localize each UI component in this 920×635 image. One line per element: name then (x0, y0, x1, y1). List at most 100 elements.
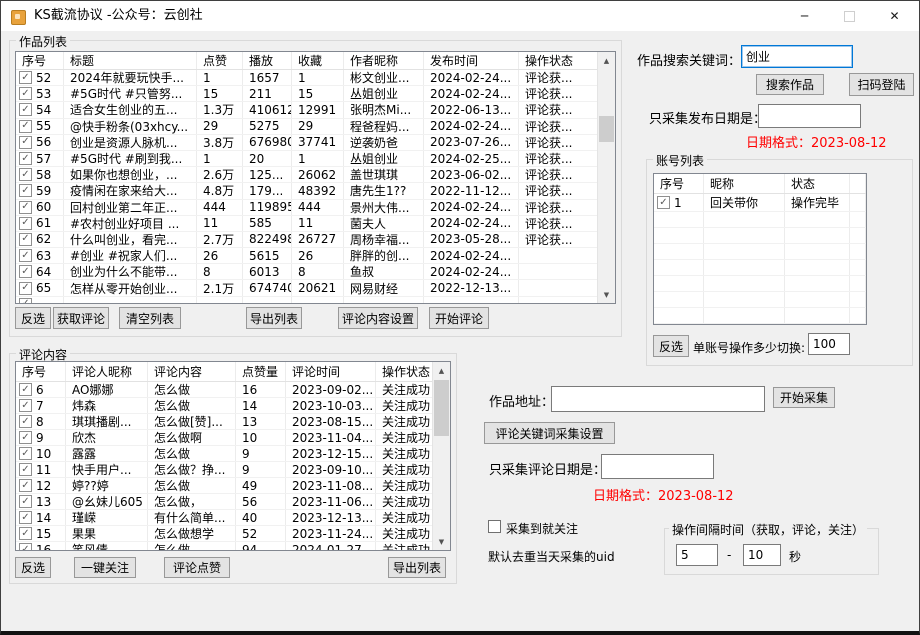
row-checkbox[interactable]: ✓ (19, 168, 32, 182)
table-row[interactable] (654, 260, 866, 276)
accounts-invert-button[interactable]: 反选 (653, 335, 689, 357)
table-row[interactable]: ✓ 6 AO娜娜 怎么做 16 2023-09-02... 关注成功 (16, 382, 433, 398)
comment-date-input[interactable] (601, 454, 714, 479)
scroll-up-icon[interactable]: ▲ (598, 52, 615, 69)
table-row[interactable]: ✓ 52 2024年就要玩快手... 1 1657 1 彬文创业... 2024-02-24.… (16, 70, 598, 87)
keyword-input[interactable] (741, 45, 853, 68)
table-row[interactable]: ✓ 15 果果 怎么做想学 52 2023-11-24... 关注成功 (16, 526, 433, 542)
table-row[interactable]: ✓ 54 适合女生创业的五... 1.3万 410612 12991 张明杰Mi... 202… (16, 102, 598, 119)
maximize-button[interactable] (827, 1, 872, 31)
close-button[interactable]: ✕ (872, 1, 917, 31)
follow-all-button[interactable]: 一键关注 (74, 557, 136, 578)
comments-table[interactable]: 序号 评论人昵称 评论内容 点赞量 评论时间 操作状态 ✓ 6 AO娜娜 怎么做 16 2023-09… (15, 361, 451, 551)
column-header[interactable]: 标题 (64, 52, 197, 69)
table-row[interactable]: ✓ 7 炜森 怎么做 14 2023-10-03... 关注成功 (16, 398, 433, 414)
qr-login-button[interactable]: 扫码登陆 (849, 73, 914, 96)
interval-min-input[interactable] (676, 544, 718, 566)
table-row[interactable]: ✓ 55 @快手粉条(03xhcy... 29 5275 29 程爸程妈... 2024-02… (16, 118, 598, 135)
row-checkbox[interactable]: ✓ (19, 216, 32, 230)
column-header[interactable]: 序号 (654, 174, 704, 193)
comment-content-settings-button[interactable]: 评论内容设置 (338, 307, 418, 329)
column-header[interactable]: 播放 (243, 52, 292, 69)
row-checkbox[interactable]: ✓ (19, 71, 32, 85)
table-row[interactable]: ✓ 14 瑾嵘 有什么简单... 40 2023-12-13... 关注成功 (16, 510, 433, 526)
interval-max-input[interactable] (743, 544, 781, 566)
comments-invert-button[interactable]: 反选 (15, 557, 51, 578)
publish-date-input[interactable] (758, 104, 861, 128)
row-checkbox[interactable]: ✓ (19, 447, 32, 460)
row-checkbox[interactable]: ✓ (19, 297, 32, 303)
scrollbar-thumb[interactable] (434, 380, 449, 436)
table-row[interactable] (654, 292, 866, 308)
table-row[interactable]: ✓ 11 快手用户... 怎么做？挣... 9 2023-09-10... 关注成功 (16, 462, 433, 478)
row-checkbox[interactable]: ✓ (19, 399, 32, 412)
works-invert-button[interactable]: 反选 (15, 307, 51, 329)
column-header[interactable]: 点赞 (197, 52, 243, 69)
row-checkbox[interactable]: ✓ (19, 281, 32, 295)
column-header[interactable]: 评论内容 (148, 362, 236, 381)
row-checkbox[interactable]: ✓ (19, 543, 32, 550)
scroll-down-icon[interactable]: ▼ (433, 533, 450, 550)
follow-on-collect-checkbox[interactable] (488, 520, 501, 533)
row-checkbox[interactable]: ✓ (19, 200, 32, 214)
keyword-collect-settings-button[interactable]: 评论关键词采集设置 (484, 422, 615, 444)
table-row[interactable]: ✓ (16, 296, 598, 303)
table-row[interactable] (654, 276, 866, 292)
table-row[interactable]: ✓ 57 #5G时代 #刷到我... 1 20 1 丛姐创业 2024-02-25... 评论获… (16, 150, 598, 168)
account-switch-input[interactable] (808, 333, 850, 355)
works-table[interactable]: 序号 标题 点赞 播放 收藏 作者昵称 发布时间 操作状态 ✓ 52 2024年就要玩快手... 1 1… (15, 51, 616, 304)
row-checkbox[interactable]: ✓ (19, 152, 32, 166)
scroll-up-icon[interactable]: ▲ (433, 362, 450, 379)
column-header[interactable]: 操作状态 (519, 52, 598, 69)
row-checkbox[interactable]: ✓ (19, 415, 32, 428)
work-url-input[interactable] (551, 386, 765, 412)
table-row[interactable]: ✓ 59 疫情闲在家来给大... 4.8万 179... 48392 唐先生1?? 2022-… (16, 183, 598, 200)
accounts-table[interactable]: 序号 昵称 状态 ✓ 1 回关带你 操作完毕 (653, 173, 867, 325)
column-header[interactable]: 收藏 (292, 52, 344, 69)
row-checkbox[interactable]: ✓ (19, 232, 32, 246)
comments-scrollbar[interactable]: ▲ ▼ (432, 362, 450, 550)
table-row[interactable] (654, 308, 866, 324)
minimize-button[interactable]: ─ (782, 1, 827, 31)
column-header[interactable]: 操作状态 (376, 362, 433, 381)
start-collect-button[interactable]: 开始采集 (773, 387, 835, 408)
clear-list-button[interactable]: 清空列表 (119, 307, 181, 329)
column-header[interactable]: 状态 (785, 174, 850, 193)
row-checkbox[interactable]: ✓ (19, 511, 32, 524)
table-row[interactable]: ✓ 9 欣杰 怎么做啊 10 2023-11-04... 关注成功 (16, 430, 433, 446)
table-row[interactable] (654, 212, 866, 228)
table-row[interactable]: ✓ 63 #创业 #祝家人们... 26 5615 26 胖胖的创... 2024-02-24… (16, 248, 598, 265)
column-header[interactable]: 评论时间 (286, 362, 376, 381)
column-header[interactable] (850, 174, 866, 193)
row-checkbox[interactable]: ✓ (19, 527, 32, 540)
table-row[interactable] (654, 228, 866, 244)
table-row[interactable]: ✓ 60 回村创业第二年正... 444 119895 444 景州大伟... 2024-02… (16, 199, 598, 216)
column-header[interactable]: 序号 (16, 52, 64, 69)
row-checkbox[interactable]: ✓ (19, 103, 32, 117)
table-row[interactable]: ✓ 16 笑风倩 怎么做 94 2024-01-27... 关注成功 (16, 542, 433, 550)
row-checkbox[interactable]: ✓ (19, 383, 32, 396)
start-comment-button[interactable]: 开始评论 (429, 307, 489, 329)
row-checkbox[interactable]: ✓ (19, 249, 32, 263)
scroll-down-icon[interactable]: ▼ (598, 286, 615, 303)
column-header[interactable]: 点赞量 (236, 362, 286, 381)
export-works-button[interactable]: 导出列表 (246, 307, 302, 329)
table-row[interactable]: ✓ 1 回关带你 操作完毕 (654, 194, 866, 212)
row-checkbox[interactable]: ✓ (19, 184, 32, 198)
table-row[interactable]: ✓ 8 琪琪播剧... 怎么做[赞]... 13 2023-08-15... 关注成功 (16, 414, 433, 430)
table-row[interactable]: ✓ 64 创业为什么不能带... 8 6013 8 鱼叔 2024-02-24... (16, 264, 598, 281)
get-comments-button[interactable]: 获取评论 (53, 307, 109, 329)
table-row[interactable]: ✓ 56 创业是资源人脉机... 3.8万 676980 37741 逆袭奶爸 2023-07… (16, 134, 598, 151)
like-comments-button[interactable]: 评论点赞 (164, 557, 230, 578)
table-row[interactable]: ✓ 65 怎样从零开始创业... 2.1万 674740 20621 网易财经 2022-12… (16, 280, 598, 297)
row-checkbox[interactable]: ✓ (19, 87, 32, 101)
table-row[interactable]: ✓ 53 #5G时代 #只管努... 15 211 15 丛姐创业 2024-02-24...… (16, 86, 598, 103)
table-row[interactable]: ✓ 12 婷??婷 怎么做 49 2023-11-08... 关注成功 (16, 478, 433, 494)
table-row[interactable] (654, 244, 866, 260)
row-checkbox[interactable]: ✓ (19, 463, 32, 476)
row-checkbox[interactable]: ✓ (19, 431, 32, 444)
row-checkbox[interactable]: ✓ (19, 479, 32, 492)
table-row[interactable]: ✓ 58 如果你也想创业，... 2.6万 125... 26062 盖世琪琪 2023-06… (16, 167, 598, 184)
table-row[interactable]: ✓ 13 @幺妹儿605 怎么做， 56 2023-11-06... 关注成功 (16, 494, 433, 510)
row-checkbox[interactable]: ✓ (19, 265, 32, 279)
